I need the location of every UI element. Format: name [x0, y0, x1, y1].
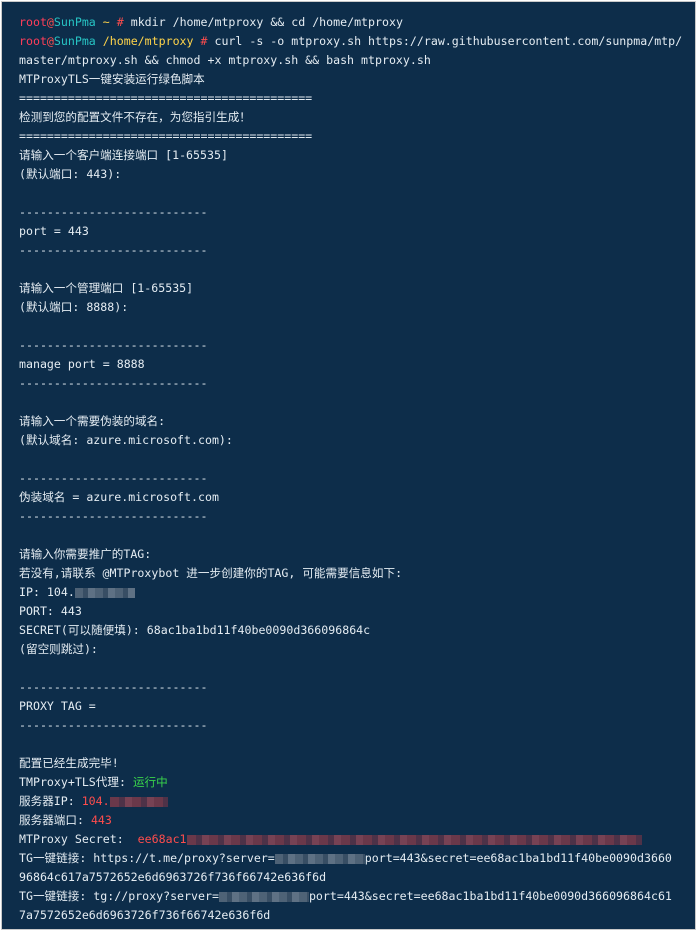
tg-link-line-1-wrap[interactable]: 96864c617a7572652e6d6963726f736f66742e63…: [19, 868, 687, 887]
tg-link-line-2-wrap[interactable]: 7a7572652e6d6963726f736f66742e636f6d: [19, 906, 687, 925]
secret-output-line: MTProxy Secret: ee68ac1: [19, 830, 687, 849]
ip-label: IP: 104.: [19, 585, 75, 599]
proxy-tag-line: PROXY TAG =: [19, 699, 96, 713]
command-line-2-wrap: master/mtproxy.sh && chmod +x mtproxy.sh…: [19, 53, 431, 67]
command-text: mkdir /home/mtproxy && cd /home/mtproxy: [123, 15, 403, 29]
prompt-hash: #: [116, 15, 124, 29]
manage-port-result: manage port = 8888: [19, 357, 145, 371]
server-ip-line: 服务器IP: 104.: [19, 792, 687, 811]
separator: ---------------------------: [19, 376, 208, 390]
client-port-result: port = 443: [19, 224, 89, 238]
prompt-at: @: [46, 34, 54, 48]
separator: ---------------------------: [19, 338, 208, 352]
tg-link-rest: port=443&secret=ee68ac1ba1bd11f40be0090d…: [364, 851, 672, 865]
server-port-label: 服务器端口:: [19, 813, 91, 827]
secret-line: SECRET(可以随便填): 68ac1ba1bd11f40be0090d366…: [19, 623, 371, 637]
client-port-default: (默认端口: 443):: [19, 167, 122, 181]
secret-value: ee68ac1: [137, 832, 187, 846]
domain-prompt: 请输入一个需要伪装的域名:: [19, 414, 166, 428]
redacted-server: [218, 891, 309, 902]
status-value: 运行中: [132, 775, 168, 789]
secret-label: MTProxy Secret:: [19, 832, 138, 846]
client-port-prompt: 请输入一个客户端连接端口 [1-65535]: [19, 148, 228, 162]
redacted-secret: [186, 834, 642, 845]
command-line-2: root@SunPma /home/mtproxy # curl -s -o m…: [19, 32, 687, 51]
redacted-ip: [74, 587, 135, 598]
config-missing-message: 检测到您的配置文件不存在，为您指引生成！: [19, 110, 251, 124]
tg-link-label: TG一键链接: https://t.me/proxy?server=: [19, 851, 275, 865]
proxy-status-line: TMProxy+TLS代理: 运行中: [19, 773, 687, 792]
command-line-1: root@SunPma ~ # mkdir /home/mtproxy && c…: [19, 13, 687, 32]
tag-prompt: 请输入你需要推广的TAG:: [19, 547, 152, 561]
manage-port-default: (默认端口: 8888):: [19, 300, 129, 314]
separator: ---------------------------: [19, 205, 208, 219]
separator: ---------------------------: [19, 243, 208, 257]
tg-link-rest: port=443&secret=ee68ac1ba1bd11f40be0090d…: [308, 889, 672, 903]
tg-link-line-1[interactable]: TG一键链接: https://t.me/proxy?server= port=4…: [19, 849, 687, 868]
port-line: PORT: 443: [19, 604, 82, 618]
command-text: curl -s -o mtproxy.sh https://raw.github…: [207, 34, 683, 48]
terminal-window[interactable]: root@SunPma ~ # mkdir /home/mtproxy && c…: [1, 1, 696, 930]
redacted-server: [274, 853, 365, 864]
server-port-value: 443: [90, 813, 112, 827]
separator: ---------------------------: [19, 509, 208, 523]
skip-hint: (留空则跳过):: [19, 642, 98, 656]
manage-port-prompt: 请输入一个管理端口 [1-65535]: [19, 281, 194, 295]
prompt-path: ~: [95, 15, 117, 29]
prompt-host: SunPma: [53, 34, 96, 48]
tg-link-line-2[interactable]: TG一键链接: tg://proxy?server= port=443&secre…: [19, 887, 687, 906]
done-message: 配置已经生成完毕!: [19, 756, 119, 770]
domain-result: 伪装域名 = azure.microsoft.com: [19, 490, 219, 504]
prompt-user: root: [19, 15, 47, 29]
tg-link-label: TG一键链接: tg://proxy?server=: [19, 889, 219, 903]
prompt-at: @: [46, 15, 54, 29]
server-ip-value: 104.: [81, 794, 110, 808]
server-port-line: 服务器端口: 443: [19, 811, 687, 830]
ip-line: IP: 104.: [19, 583, 687, 602]
redacted-server-ip: [109, 796, 168, 807]
separator: ========================================…: [19, 129, 313, 143]
server-ip-label: 服务器IP:: [19, 794, 82, 808]
separator: ========================================…: [19, 91, 313, 105]
domain-default: (默认域名: azure.microsoft.com):: [19, 433, 233, 447]
separator: ---------------------------: [19, 680, 208, 694]
status-label: TMProxy+TLS代理:: [19, 775, 133, 789]
terminal-output: root@SunPma ~ # mkdir /home/mtproxy && c…: [19, 13, 687, 925]
separator: ---------------------------: [19, 471, 208, 485]
prompt-path: /home/mtproxy: [95, 34, 201, 48]
tag-hint: 若没有,请联系 @MTProxybot 进一步创建你的TAG, 可能需要信息如下…: [19, 566, 403, 580]
separator: ---------------------------: [19, 718, 208, 732]
prompt-host: SunPma: [53, 15, 96, 29]
script-title: MTProxyTLS一键安装运行绿色脚本: [19, 72, 205, 86]
prompt-user: root: [19, 34, 47, 48]
